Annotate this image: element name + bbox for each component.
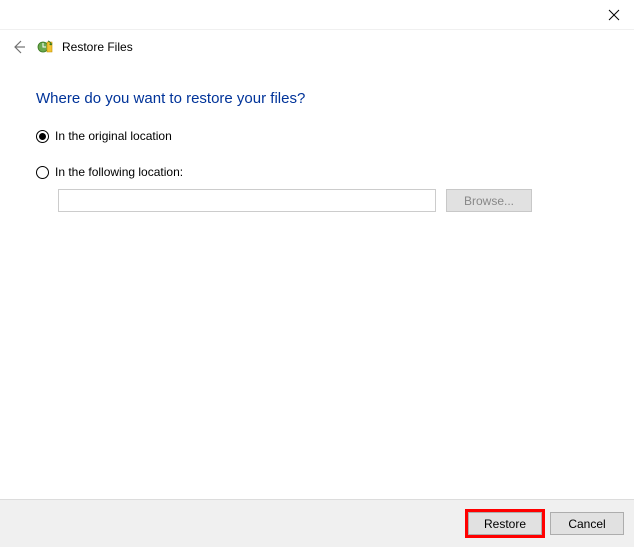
footer: Restore Cancel <box>0 499 634 547</box>
back-arrow-icon[interactable] <box>10 38 28 56</box>
radio-following-location[interactable]: In the following location: <box>36 165 598 179</box>
location-radio-group: In the original location In the followin… <box>36 129 598 212</box>
page-title: Restore Files <box>62 40 133 54</box>
browse-button[interactable]: Browse... <box>446 189 532 212</box>
radio-label: In the original location <box>55 129 172 143</box>
restore-files-icon <box>36 38 54 56</box>
path-row: Browse... <box>58 189 598 212</box>
restore-button[interactable]: Restore <box>468 512 542 535</box>
titlebar <box>0 0 634 30</box>
radio-label: In the following location: <box>55 165 183 179</box>
content-area: Where do you want to restore your files?… <box>0 60 634 212</box>
radio-icon[interactable] <box>36 130 49 143</box>
heading: Where do you want to restore your files? <box>36 90 598 107</box>
radio-icon[interactable] <box>36 166 49 179</box>
path-input[interactable] <box>58 189 436 212</box>
cancel-button[interactable]: Cancel <box>550 512 624 535</box>
radio-original-location[interactable]: In the original location <box>36 129 598 143</box>
close-icon[interactable] <box>608 9 620 21</box>
header: Restore Files <box>0 30 634 60</box>
